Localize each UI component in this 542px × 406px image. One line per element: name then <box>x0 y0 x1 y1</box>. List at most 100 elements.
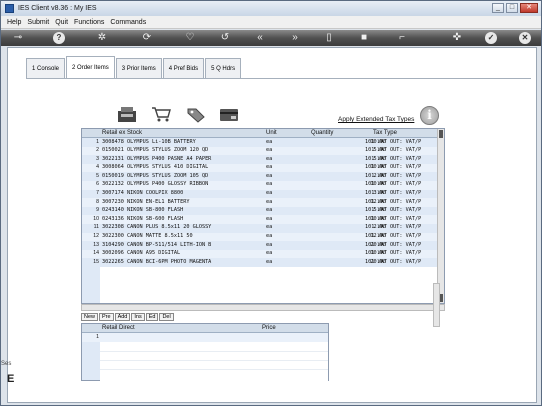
menu-commands[interactable]: Commands <box>110 19 146 26</box>
table-row[interactable]: 13 3104290 CANON BP-511/514 LITH-ION Bea 2… <box>82 241 444 250</box>
menu-submit[interactable]: Submit <box>27 19 49 26</box>
direct-row[interactable]: 1 <box>82 333 328 342</box>
header-stock[interactable]: Retail ex Stock <box>102 130 142 136</box>
header-unit[interactable]: Unit <box>266 130 277 136</box>
tab-order-items[interactable]: 2 Order Items <box>66 56 115 78</box>
tax-type-cell: 101 VAT OUT: VAT/P <box>365 233 422 240</box>
action-icons <box>116 105 240 123</box>
scroll-up-button[interactable] <box>439 130 443 138</box>
table-row[interactable]: 6 3022132 OLYMPUS P400 GLOSSY RIBBON ea 10.… <box>82 180 444 190</box>
cancel-icon[interactable]: ✕ <box>519 32 531 44</box>
row-number: 9 <box>96 207 99 214</box>
unit-cell: ea <box>266 250 273 257</box>
forward-icon[interactable]: » <box>289 32 301 44</box>
row-number: 4 <box>96 164 99 171</box>
cart-icon[interactable] <box>150 105 172 123</box>
register-icon[interactable] <box>116 105 138 123</box>
table-row[interactable]: 9 0243140 NIKON SB-800 FLASH ea 5.00 101 VAT… <box>82 207 444 216</box>
stock-cell: 3008478 OLYMPUS Li-10B BATTERY <box>102 138 196 145</box>
info-icon[interactable]: i <box>420 106 439 125</box>
maximize-button[interactable]: □ <box>506 3 518 13</box>
side-label: Ses <box>1 361 12 367</box>
settings-icon[interactable]: ✲ <box>96 32 108 44</box>
header-retail-direct[interactable]: Retail Direct <box>102 325 135 331</box>
unit-cell: ea <box>266 155 273 162</box>
header-price[interactable]: Price <box>262 325 276 331</box>
tax-type-cell: 101 VAT OUT: VAT/P <box>365 172 422 179</box>
unit-cell: ea <box>266 233 273 240</box>
table-row[interactable]: 5 0150019 OLYMPUS STYLUS ZOOM 105 QD ea 2.0… <box>82 172 444 181</box>
tax-type-cell: 101 VAT OUT: VAT/P <box>365 215 422 222</box>
layout-icon[interactable]: ⌐ <box>396 32 408 44</box>
row-number: 3 <box>96 155 99 162</box>
window-controls: _ □ ✕ <box>492 3 538 13</box>
tab-pref-bids[interactable]: 4 Pref Bids <box>162 58 205 78</box>
stock-cell: 3022131 OLYMPUS P400 PASNE A4 PAPER <box>102 155 212 162</box>
row-number: 7 <box>96 190 99 197</box>
tab-prior-items[interactable]: 3 Prior Items <box>115 58 162 78</box>
unit-cell: ea <box>266 172 273 179</box>
previous-row-button[interactable]: Pre <box>99 313 114 321</box>
header-quantity[interactable]: Quantity <box>311 130 333 136</box>
edit-row-button[interactable]: Ed <box>145 313 159 321</box>
tools-icon[interactable]: ✜ <box>451 32 463 44</box>
menu-help[interactable]: Help <box>7 19 21 26</box>
help-icon[interactable]: ? <box>53 32 65 44</box>
rewind-icon[interactable]: « <box>254 32 266 44</box>
direct-vertical-scrollbar[interactable] <box>433 283 440 327</box>
tab-q-hdrs[interactable]: 5 Q Hdrs <box>205 58 242 78</box>
table-row[interactable]: 11 3022308 CANON PLUS 8.5x11 20 GLOSSY ea 2… <box>82 224 444 233</box>
table-row[interactable]: 4 3008064 OLYMPUS STYLUS 410 DIGITAL ea 10.… <box>82 163 444 173</box>
favorite-icon[interactable]: ♡ <box>184 32 196 44</box>
order-items-grid: Retail ex Stock Unit Quantity Tax Type 1… <box>81 128 445 304</box>
stock-cell: 3007230 NIKON EN-EL1 BATTERY <box>102 198 190 205</box>
unit-cell: ea <box>266 147 273 154</box>
sync-icon[interactable]: ⟳ <box>141 32 153 44</box>
table-row[interactable]: 15 3022265 CANON BCI-6PM PHOTO MAGENTA ea 2… <box>82 258 444 267</box>
tax-type-cell: 101 VAT OUT: VAT/P <box>365 241 422 248</box>
side-icon: E <box>7 373 15 385</box>
unit-cell: ea <box>266 164 273 171</box>
add-row-button[interactable]: Add <box>114 313 131 321</box>
stock-cell: 0243136 NIKON SB-600 FLASH <box>102 215 184 222</box>
key-icon[interactable]: ⊸ <box>9 32 27 44</box>
table-row[interactable]: 14 3002096 CANON A95 DIGITAL ea 10.00 101 VA… <box>82 249 444 259</box>
apply-extended-tax-link[interactable]: Apply Extended Tax Types <box>338 116 414 123</box>
confirm-icon[interactable]: ✓ <box>485 32 497 44</box>
table-row[interactable]: 10 0243136 NIKON SB-600 FLASH ea 10.00 101 V… <box>82 215 444 224</box>
horizontal-scrollbar[interactable] <box>81 304 445 311</box>
new-row-button[interactable]: New <box>81 313 99 321</box>
row-number: 14 <box>93 250 99 257</box>
tab-console[interactable]: 1 Console <box>26 58 66 78</box>
close-button[interactable]: ✕ <box>520 3 538 13</box>
card-icon[interactable] <box>218 105 240 123</box>
order-entry-panel: 1 Console 2 Order Items 3 Prior Items 4 … <box>7 47 537 403</box>
insert-row-button[interactable]: Ins <box>131 313 145 321</box>
undo-icon[interactable]: ↺ <box>219 32 231 44</box>
direct-grid-body[interactable] <box>100 342 328 381</box>
row-number: 1 <box>96 138 99 145</box>
table-row[interactable]: 1 3008478 OLYMPUS Li-10B BATTERY ea 10.00 10… <box>82 138 444 147</box>
tax-type-cell: 101 VAT OUT: VAT/P <box>365 190 422 197</box>
vertical-scrollbar[interactable] <box>437 129 444 303</box>
tax-type-cell: 101 VAT OUT: VAT/P <box>365 138 422 145</box>
table-row[interactable]: 2 0150021 OLYMPUS STYLUS ZOOM 120 QD ea 5.0… <box>82 146 444 156</box>
unit-cell: ea <box>266 138 273 145</box>
minimize-button[interactable]: _ <box>492 3 504 13</box>
delete-row-button[interactable]: Del <box>159 313 174 321</box>
table-row[interactable]: 7 3007174 NIKON COOLPIX 8800 ea 3.00 101 VAT… <box>82 190 444 199</box>
price-tag-icon[interactable] <box>184 105 206 123</box>
stock-cell: 3022308 CANON PLUS 8.5x11 20 GLOSSY <box>102 224 212 231</box>
stock-cell: 3022132 OLYMPUS P400 GLOSSY RIBBON <box>102 181 209 188</box>
table-row[interactable]: 8 3007230 NIKON EN-EL1 BATTERY ea 12.00 101 … <box>82 198 444 207</box>
menu-functions[interactable]: Functions <box>74 19 104 26</box>
header-tax-type[interactable]: Tax Type <box>373 130 397 136</box>
table-row[interactable]: 12 3022300 CANON MATTE 8.5x11 50 ea 12.00 10… <box>82 232 444 242</box>
direct-row-number: 1 <box>96 333 99 340</box>
stop-icon[interactable]: ■ <box>358 32 370 44</box>
table-row[interactable]: 3 3022131 OLYMPUS P400 PASNE A4 PAPER ea 5.… <box>82 155 444 164</box>
menu-quit[interactable]: Quit <box>55 19 68 26</box>
grid-header: Retail ex Stock Unit Quantity Tax Type <box>82 129 444 138</box>
row-number: 6 <box>96 181 99 188</box>
bookmark-icon[interactable]: ▯ <box>323 32 335 44</box>
